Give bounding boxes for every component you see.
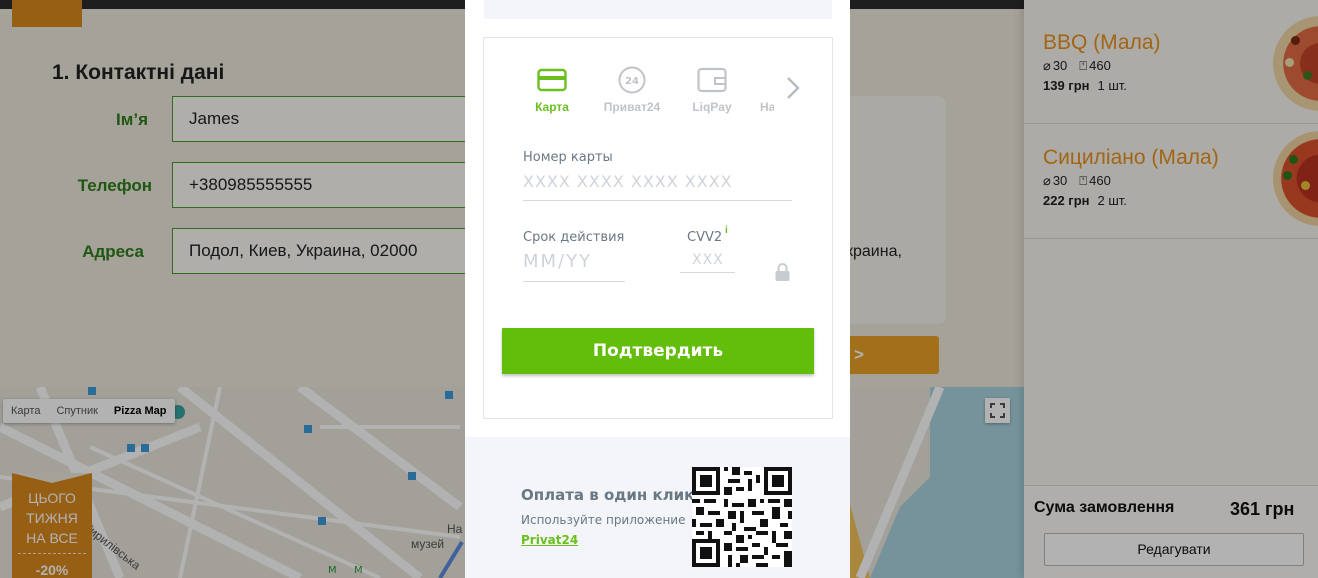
modal-top-strip	[484, 0, 832, 19]
card-number-input[interactable]: XXXX XXXX XXXX XXXX	[523, 172, 733, 191]
qr-code-icon	[692, 467, 792, 567]
cvv-underline	[680, 272, 735, 273]
method-privat24-label: Приват24	[603, 100, 661, 114]
cvv-input[interactable]: XXX	[692, 252, 724, 268]
cvv-info-icon[interactable]: i	[725, 225, 728, 236]
expiry-underline	[523, 281, 625, 282]
svg-text:24: 24	[625, 76, 639, 87]
method-liqpay-label: LiqPay	[692, 100, 732, 114]
method-card[interactable]: Карта	[519, 64, 585, 114]
expiry-label: Срок действия	[523, 230, 625, 245]
wallet-icon	[697, 67, 727, 93]
method-card-label: Карта	[535, 100, 569, 114]
method-more[interactable]: На	[758, 64, 774, 116]
card-number-label: Номер карты	[523, 150, 613, 165]
chevron-right-icon[interactable]	[782, 74, 804, 102]
one-click-subtitle: Используйте приложение	[521, 513, 686, 527]
confirm-payment-button[interactable]: Подтвердить	[502, 328, 814, 374]
privat24-icon: 24	[618, 66, 646, 94]
method-more-label: На	[760, 100, 774, 114]
qr-code[interactable]	[692, 467, 792, 567]
privat24-app-link[interactable]: Privat24	[521, 533, 578, 547]
expiry-input[interactable]: MM/YY	[523, 251, 592, 272]
method-privat24[interactable]: 24 Приват24	[599, 64, 665, 114]
cvv-label: CVV2	[687, 230, 723, 245]
lock-icon	[775, 263, 790, 281]
method-liqpay[interactable]: LiqPay	[679, 64, 745, 114]
one-click-pay-section	[465, 437, 850, 578]
one-click-title: Оплата в один клик	[521, 486, 695, 504]
card-icon	[537, 68, 567, 92]
card-number-underline	[523, 200, 792, 201]
